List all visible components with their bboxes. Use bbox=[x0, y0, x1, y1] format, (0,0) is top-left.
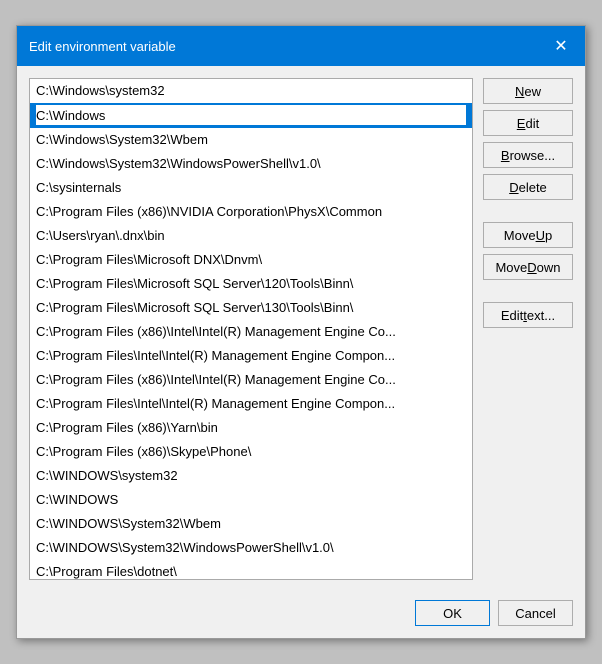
buttons-panel: New Edit Browse... Delete Move Up Move D… bbox=[483, 78, 573, 580]
delete-underline: D bbox=[509, 180, 518, 195]
move-down-underline: D bbox=[527, 260, 536, 275]
list-item[interactable]: C:\Program Files (x86)\Intel\Intel(R) Ma… bbox=[30, 368, 472, 392]
edit-underline: E bbox=[517, 116, 526, 131]
list-item[interactable]: C:\Program Files\Intel\Intel(R) Manageme… bbox=[30, 392, 472, 416]
edit-button[interactable]: Edit bbox=[483, 110, 573, 136]
new-button[interactable]: New bbox=[483, 78, 573, 104]
new-underline: N bbox=[515, 84, 524, 99]
list-item[interactable]: C:\WINDOWS\System32\Wbem bbox=[30, 512, 472, 536]
title-bar: Edit environment variable ✕ bbox=[17, 26, 585, 66]
list-item[interactable]: C:\Program Files (x86)\NVIDIA Corporatio… bbox=[30, 200, 472, 224]
move-down-button[interactable]: Move Down bbox=[483, 254, 573, 280]
list-item[interactable]: C:\WINDOWS\system32 bbox=[30, 464, 472, 488]
list-item[interactable]: C:\Program Files (x86)\Intel\Intel(R) Ma… bbox=[30, 320, 472, 344]
list-scroll[interactable]: C:\Windows\system32 C:\Windows\System32\… bbox=[30, 79, 472, 579]
list-item[interactable]: C:\Windows\system32 bbox=[30, 79, 472, 103]
list-item[interactable]: C:\Windows\System32\WindowsPowerShell\v1… bbox=[30, 152, 472, 176]
list-item[interactable]: C:\Program Files (x86)\Skype\Phone\ bbox=[30, 440, 472, 464]
list-item[interactable]: C:\Program Files\dotnet\ bbox=[30, 560, 472, 580]
edit-text-underline: t bbox=[523, 308, 527, 323]
move-up-button[interactable]: Move Up bbox=[483, 222, 573, 248]
list-item[interactable]: C:\Windows\System32\Wbem bbox=[30, 128, 472, 152]
list-item[interactable]: C:\Program Files\Microsoft DNX\Dnvm\ bbox=[30, 248, 472, 272]
list-item[interactable]: C:\Program Files (x86)\Yarn\bin bbox=[30, 416, 472, 440]
list-item[interactable]: C:\WINDOWS\System32\WindowsPowerShell\v1… bbox=[30, 536, 472, 560]
dialog-body: C:\Windows\system32 C:\Windows\System32\… bbox=[17, 66, 585, 592]
spacer bbox=[483, 286, 573, 296]
list-item[interactable]: C:\Users\ryan\.dnx\bin bbox=[30, 224, 472, 248]
edit-text-button[interactable]: Edit text... bbox=[483, 302, 573, 328]
list-item[interactable]: C:\WINDOWS bbox=[30, 488, 472, 512]
list-panel: C:\Windows\system32 C:\Windows\System32\… bbox=[29, 78, 473, 580]
ok-button[interactable]: OK bbox=[415, 600, 490, 626]
list-item-editing[interactable] bbox=[30, 103, 472, 128]
move-up-underline: U bbox=[536, 228, 545, 243]
delete-button[interactable]: Delete bbox=[483, 174, 573, 200]
browse-underline: B bbox=[501, 148, 510, 163]
dialog-footer: OK Cancel bbox=[17, 592, 585, 638]
list-edit-input[interactable] bbox=[36, 105, 466, 125]
spacer bbox=[483, 206, 573, 216]
cancel-button[interactable]: Cancel bbox=[498, 600, 573, 626]
edit-env-var-dialog: Edit environment variable ✕ C:\Windows\s… bbox=[16, 25, 586, 639]
browse-button[interactable]: Browse... bbox=[483, 142, 573, 168]
list-item[interactable]: C:\sysinternals bbox=[30, 176, 472, 200]
list-item[interactable]: C:\Program Files\Microsoft SQL Server\13… bbox=[30, 296, 472, 320]
dialog-title: Edit environment variable bbox=[29, 39, 176, 54]
close-button[interactable]: ✕ bbox=[549, 34, 573, 58]
list-item[interactable]: C:\Program Files\Microsoft SQL Server\12… bbox=[30, 272, 472, 296]
list-item[interactable]: C:\Program Files\Intel\Intel(R) Manageme… bbox=[30, 344, 472, 368]
